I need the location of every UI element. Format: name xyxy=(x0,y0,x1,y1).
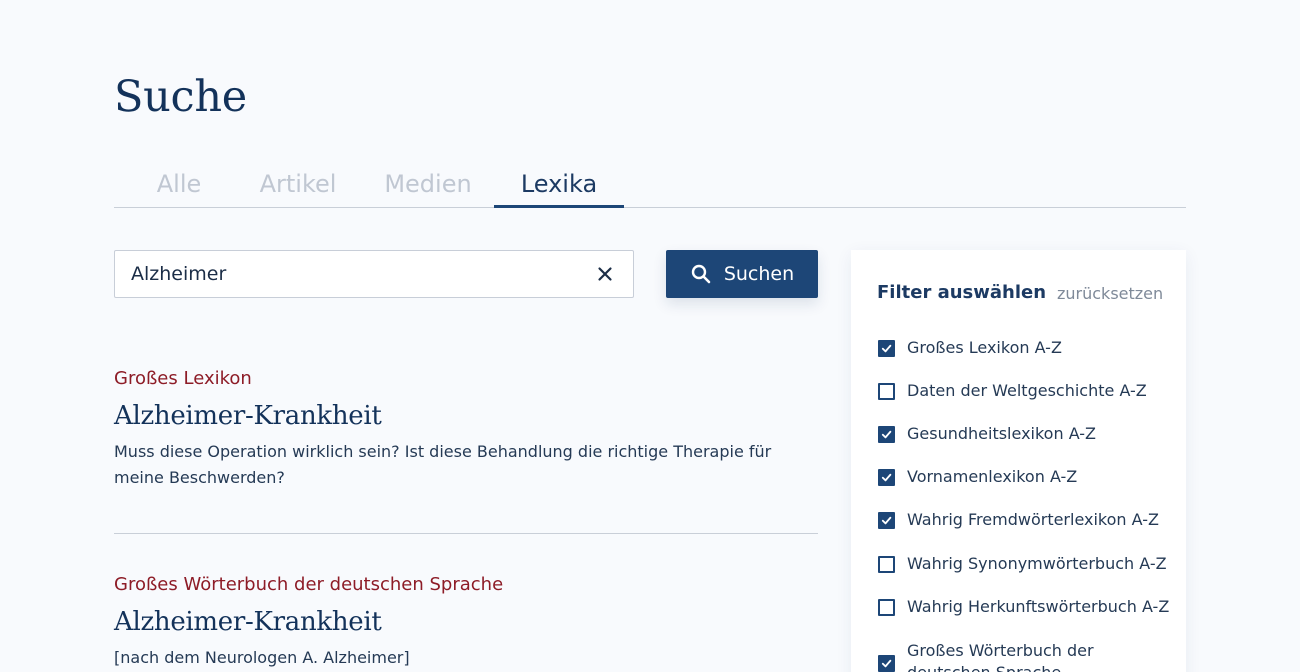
checkmark-icon xyxy=(881,430,892,439)
page-title: Suche xyxy=(114,72,247,122)
result-title[interactable]: Alzheimer-Krankheit xyxy=(114,401,818,431)
filter-item[interactable]: Großes Wörterbuch der deutschen Sprache xyxy=(878,640,1178,672)
close-icon[interactable] xyxy=(595,264,615,284)
search-button[interactable]: Suchen xyxy=(666,250,818,298)
result-divider xyxy=(114,533,818,534)
filter-heading: Filter auswählen xyxy=(877,282,1047,303)
filter-label: Großes Wörterbuch der deutschen Sprache xyxy=(907,641,1094,672)
result-item: Großes Lexikon Alzheimer-Krankheit Muss … xyxy=(114,368,818,491)
filter-label: Wahrig Synonymwörterbuch A-Z xyxy=(907,554,1167,573)
filter-checkbox[interactable] xyxy=(878,655,895,672)
checkmark-icon xyxy=(881,659,892,668)
filter-label: Gesundheitslexikon A-Z xyxy=(907,424,1097,443)
tab-bar: Alle Artikel Medien Lexika xyxy=(114,166,1186,208)
filter-checkbox[interactable] xyxy=(878,426,895,443)
filter-checkbox[interactable] xyxy=(878,556,895,573)
filter-checkbox[interactable] xyxy=(878,469,895,486)
filter-label: Großes Lexikon A-Z xyxy=(907,338,1062,357)
filter-item[interactable]: Großes Lexikon A-Z xyxy=(878,337,1178,359)
tab-medien[interactable]: Medien xyxy=(376,166,480,208)
filter-label: Daten der Weltgeschichte A-Z xyxy=(907,381,1147,400)
tab-artikel[interactable]: Artikel xyxy=(248,166,348,208)
filter-panel: Filter auswählen zurücksetzen Großes Lex… xyxy=(851,250,1186,672)
filter-item[interactable]: Wahrig Herkunftswörterbuch A-Z xyxy=(878,596,1178,618)
search-button-label: Suchen xyxy=(723,263,795,285)
result-source: Großes Lexikon xyxy=(114,368,252,389)
filter-checkbox[interactable] xyxy=(878,383,895,400)
filter-reset-link[interactable]: zurücksetzen xyxy=(1057,284,1163,303)
checkmark-icon xyxy=(881,516,892,525)
filter-checkbox[interactable] xyxy=(878,512,895,529)
checkmark-icon xyxy=(881,344,892,353)
filter-label: Wahrig Fremdwörterlexikon A-Z xyxy=(907,510,1159,529)
search-icon xyxy=(691,264,711,284)
search-page: Suche Alle Artikel Medien Lexika Suchen … xyxy=(0,0,1300,672)
filter-item[interactable]: Wahrig Synonymwörterbuch A-Z xyxy=(878,553,1178,575)
checkmark-icon xyxy=(881,473,892,482)
filter-checkbox[interactable] xyxy=(878,599,895,616)
result-title[interactable]: Alzheimer-Krankheit xyxy=(114,607,818,637)
search-input[interactable] xyxy=(115,251,585,297)
result-text: Muss diese Operation wirklich sein? Ist … xyxy=(114,442,772,487)
tab-lexika[interactable]: Lexika xyxy=(494,166,624,208)
result-item: Großes Wörterbuch der deutschen Sprache … xyxy=(114,574,818,671)
result-text: [nach dem Neurologen A. Alzheimer] xyxy=(114,648,410,667)
filter-item[interactable]: Wahrig Fremdwörterlexikon A-Z xyxy=(878,509,1178,531)
filter-item[interactable]: Daten der Weltgeschichte A-Z xyxy=(878,380,1178,402)
search-box xyxy=(114,250,634,298)
result-source: Großes Wörterbuch der deutschen Sprache xyxy=(114,574,504,595)
filter-label: Wahrig Herkunftswörterbuch A-Z xyxy=(907,597,1170,616)
filter-item[interactable]: Vornamenlexikon A-Z xyxy=(878,466,1178,488)
filter-item[interactable]: Gesundheitslexikon A-Z xyxy=(878,423,1178,445)
tab-alle[interactable]: Alle xyxy=(134,166,224,208)
filter-label: Vornamenlexikon A-Z xyxy=(907,467,1078,486)
filter-checkbox[interactable] xyxy=(878,340,895,357)
